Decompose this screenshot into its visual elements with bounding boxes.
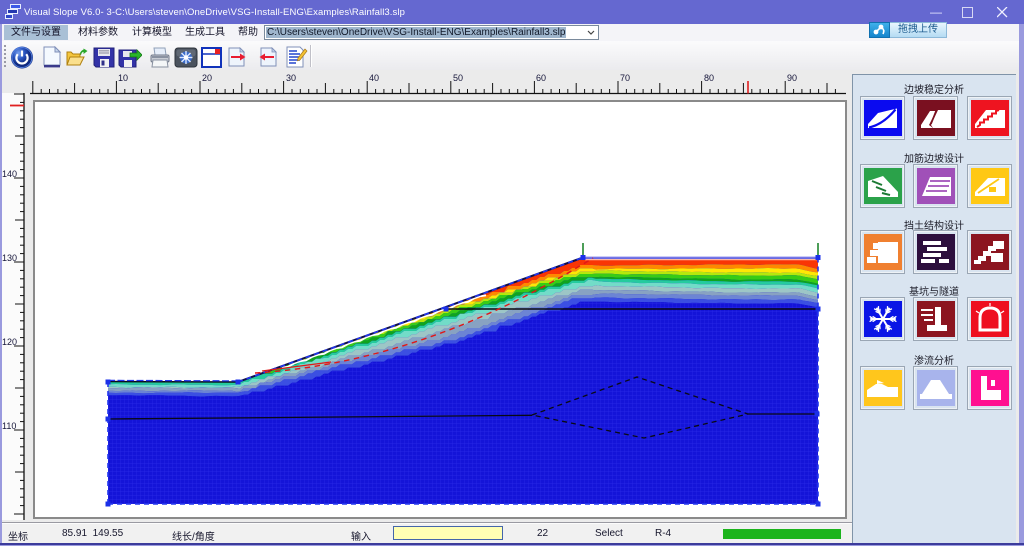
svg-text:140: 140 <box>2 169 17 179</box>
svg-text:40: 40 <box>369 73 379 83</box>
svg-text:110: 110 <box>2 421 16 431</box>
svg-text:70: 70 <box>620 73 630 83</box>
svg-text:80: 80 <box>704 73 714 83</box>
svg-text:20: 20 <box>202 73 212 83</box>
svg-text:30: 30 <box>286 73 296 83</box>
svg-text:10: 10 <box>118 73 128 83</box>
svg-text:60: 60 <box>536 73 546 83</box>
svg-text:130: 130 <box>2 253 17 263</box>
svg-text:120: 120 <box>2 337 17 347</box>
svg-text:90: 90 <box>787 73 797 83</box>
svg-text:50: 50 <box>453 73 463 83</box>
